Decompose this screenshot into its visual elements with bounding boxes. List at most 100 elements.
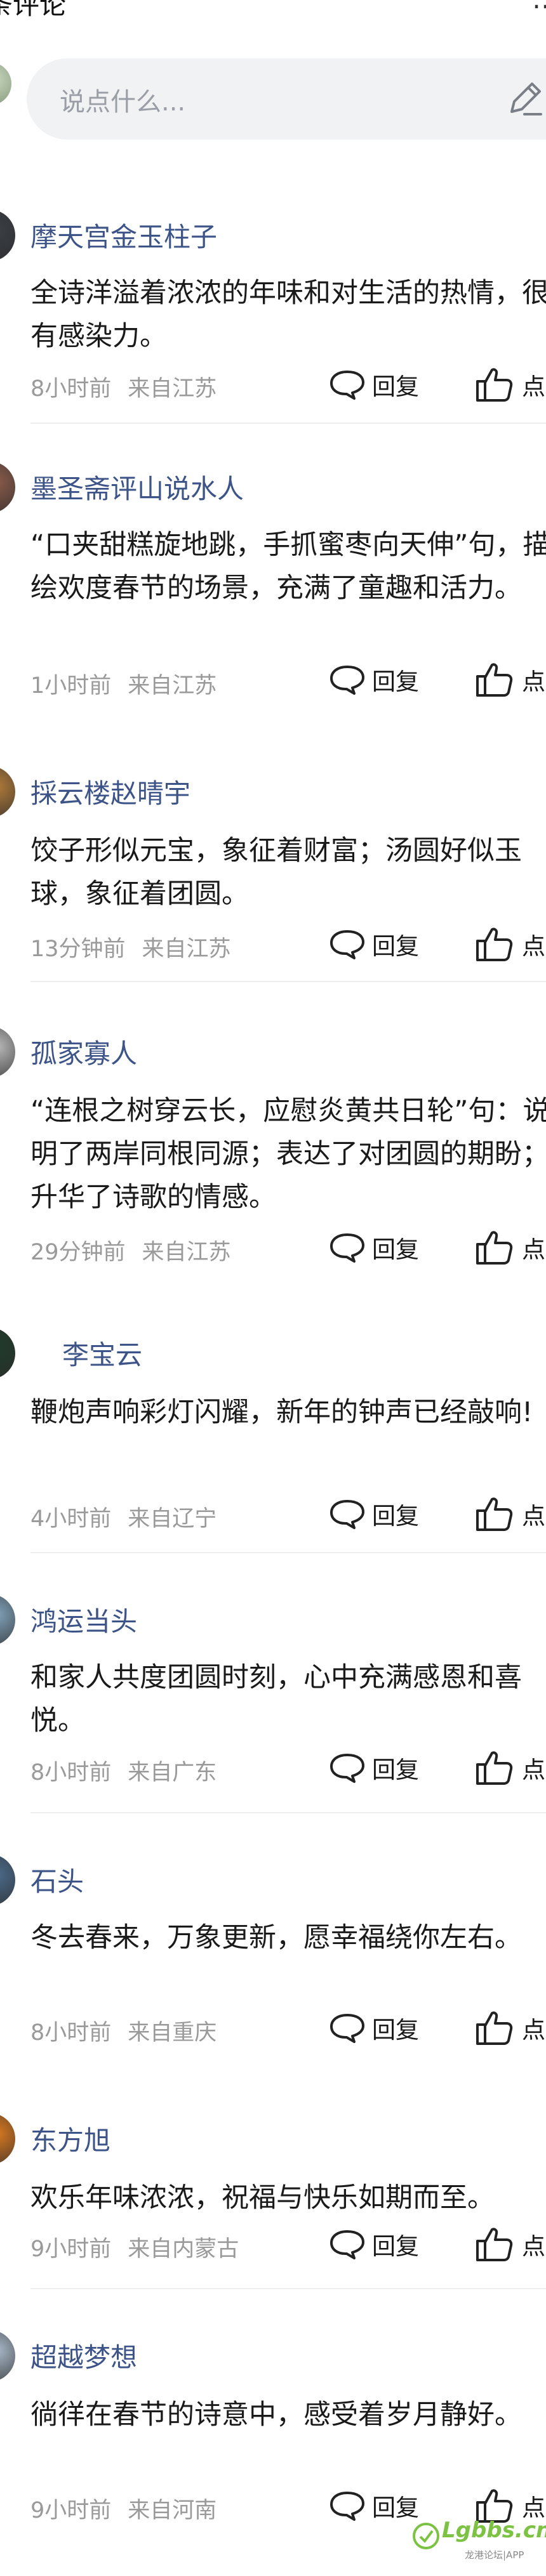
- ellipsis-icon[interactable]: …: [532, 0, 546, 15]
- reply-icon: [330, 1754, 364, 1783]
- avatar[interactable]: [0, 766, 15, 818]
- comment-username[interactable]: 东方旭: [30, 2119, 110, 2158]
- comment-username[interactable]: 鸿运当头: [30, 1600, 137, 1639]
- comment-input[interactable]: 说点什么...: [27, 58, 546, 140]
- comment-time: 13分钟前: [30, 936, 126, 962]
- like-button[interactable]: 点赞: [475, 365, 546, 404]
- comment-region: 来自江苏: [128, 673, 217, 699]
- comment-item: 摩天宫金玉柱子 全诗洋溢着浓浓的年味和对生活的热情，很有感染力。 8小时前 来自江苏 回…: [0, 202, 546, 424]
- reply-icon: [330, 2492, 364, 2521]
- thumbs-up-icon: [476, 663, 513, 697]
- divider: [30, 1812, 546, 1813]
- reply-button[interactable]: 回复: [329, 2226, 419, 2262]
- reply-label: 回复: [372, 668, 419, 695]
- avatar: [0, 62, 11, 105]
- comment-meta: 9小时前 来自河南: [30, 2492, 216, 2525]
- header: 条评论 …: [0, 0, 546, 20]
- like-label: 点赞: [522, 1502, 546, 1530]
- reply-button[interactable]: 回复: [329, 367, 419, 402]
- comment-text: 冬去春来，万象更新，愿幸福绕你左右。: [30, 1922, 522, 1954]
- comment-region: 来自重庆: [128, 2020, 217, 2046]
- like-label: 点赞: [522, 1236, 546, 1263]
- comment-text: “口夹甜糕旋地跳，手抓蜜枣向天伸”句，描绘欢度春节的场景，充满了童趣和活力。: [30, 529, 546, 604]
- divider: [30, 1552, 546, 1553]
- like-button[interactable]: 点赞: [475, 2225, 546, 2263]
- divider: [30, 981, 546, 982]
- watermark: Lgbbs.cn 龙港论坛|APP: [411, 2518, 546, 2568]
- thumbs-up-icon: [476, 368, 513, 402]
- comment-item: 石头冬去春来，万象更新，愿幸福绕你左右。 8小时前来自重庆 回复 点赞: [0, 1846, 546, 2087]
- comment-meta: 8小时前 来自广东: [30, 1754, 216, 1787]
- comment-time: 1小时前: [30, 673, 112, 699]
- comment-region: 来自河南: [128, 2498, 217, 2523]
- avatar[interactable]: [0, 1026, 15, 1078]
- like-label: 点赞: [522, 373, 546, 400]
- reply-icon: [330, 1233, 364, 1263]
- reply-button[interactable]: 回复: [329, 1230, 419, 1265]
- avatar[interactable]: [0, 2330, 15, 2382]
- comment-username[interactable]: 墨圣斋评山说水人: [30, 468, 244, 506]
- comment-time: 9小时前: [30, 2498, 112, 2523]
- watermark-sub: 龙港论坛|APP: [465, 2549, 524, 2561]
- comment-page: 条评论 … 说点什么... 摩天宫金玉柱子全诗洋溢着浓浓的年味和对生活的热情，很…: [0, 0, 546, 2576]
- comment-username[interactable]: 超越梦想: [30, 2336, 137, 2375]
- like-button[interactable]: 点赞: [475, 1228, 546, 1266]
- comment-meta: 13分钟前 来自江苏: [30, 931, 231, 963]
- avatar[interactable]: [0, 1854, 15, 1906]
- comment-item: 东方旭欢乐年味浓浓，祝福与快乐如期而至。 9小时前来自内蒙古 回复 点赞: [0, 2105, 546, 2289]
- like-button[interactable]: 点赞: [475, 1495, 546, 1533]
- divider: [30, 423, 546, 424]
- like-button[interactable]: 点赞: [475, 1749, 546, 1787]
- watermark-name: Lgbbs.cn: [442, 2518, 546, 2543]
- comment-item: 墨圣斋评山说水人 “口夹甜糕旋地跳，手抓蜜枣向天伸”句，描绘欢度春节的场景，充满了…: [0, 454, 546, 699]
- comment-username[interactable]: 孤家寡人: [30, 1032, 137, 1071]
- thumbs-up-icon: [476, 1751, 513, 1785]
- comment-time: 8小时前: [30, 2020, 112, 2046]
- comment-username[interactable]: 採云楼赵晴宇: [30, 772, 190, 811]
- comment-text: 鞭炮声响彩灯闪耀，新年的钟声已经敲响!: [30, 1396, 533, 1428]
- reply-icon: [330, 371, 364, 400]
- thumbs-up-icon: [476, 2228, 513, 2261]
- comment-time: 9小时前: [30, 2237, 112, 2262]
- reply-icon: [330, 930, 364, 959]
- like-label: 点赞: [522, 668, 546, 695]
- comment-meta: 1小时前 来自江苏: [30, 667, 216, 700]
- thumbs-up-icon: [476, 928, 513, 961]
- like-label: 点赞: [522, 2233, 546, 2260]
- reply-icon: [330, 1500, 364, 1529]
- reply-icon: [330, 2230, 364, 2259]
- comment-username[interactable]: 摩天宫金玉柱子: [30, 216, 217, 254]
- avatar[interactable]: [0, 209, 15, 261]
- comment-meta: 8小时前 来自江苏: [30, 371, 216, 403]
- comment-time: 8小时前: [30, 1760, 112, 1785]
- reply-button[interactable]: 回复: [329, 1750, 419, 1785]
- divider: [30, 2288, 546, 2289]
- avatar[interactable]: [0, 1594, 15, 1646]
- reply-button[interactable]: 回复: [329, 1496, 419, 1532]
- comment-username[interactable]: 李宝云: [62, 1334, 142, 1372]
- like-button[interactable]: 点赞: [475, 660, 546, 699]
- like-button[interactable]: 点赞: [475, 925, 546, 963]
- avatar[interactable]: [0, 2113, 15, 2165]
- reply-button[interactable]: 回复: [329, 2010, 419, 2046]
- thumbs-up-icon: [476, 1231, 513, 1265]
- comment-region: 来自广东: [128, 1760, 217, 1785]
- comment-time: 8小时前: [30, 376, 112, 402]
- reply-button[interactable]: 回复: [329, 2488, 419, 2523]
- like-button[interactable]: 点赞: [475, 2009, 546, 2047]
- comment-meta: 29分钟前 来自江苏: [30, 1234, 231, 1266]
- reply-label: 回复: [372, 933, 419, 960]
- comment-region: 来自内蒙古: [128, 2237, 239, 2262]
- comment-text: 饺子形似元宝，象征着财富；汤圆好似玉球，象征着团圆。: [30, 835, 522, 910]
- reply-label: 回复: [372, 373, 419, 400]
- avatar[interactable]: [0, 1327, 15, 1379]
- reply-button[interactable]: 回复: [329, 926, 419, 962]
- avatar[interactable]: [0, 461, 15, 513]
- reply-button[interactable]: 回复: [329, 662, 419, 697]
- comment-region: 来自江苏: [142, 936, 231, 962]
- pen-icon[interactable]: [503, 76, 546, 121]
- comment-time: 4小时前: [30, 1506, 112, 1532]
- thumbs-up-icon: [476, 2011, 513, 2045]
- comment-region: 来自辽宁: [128, 1506, 217, 1532]
- comment-username[interactable]: 石头: [30, 1860, 84, 1899]
